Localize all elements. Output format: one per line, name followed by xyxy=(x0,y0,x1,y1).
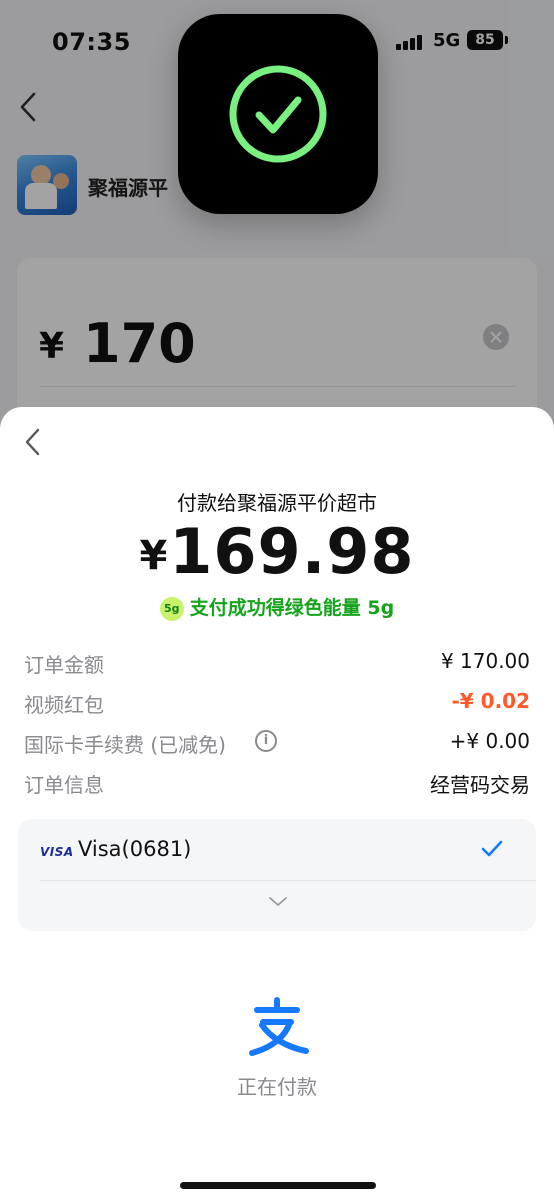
energy-text: 支付成功得绿色能量 5g xyxy=(189,597,395,619)
info-icon[interactable]: i xyxy=(255,730,277,752)
order-amount-row: 订单金额 ¥ 170.00 xyxy=(24,647,530,679)
energy-icon: 5g xyxy=(159,597,184,621)
order-info-row[interactable]: 订单信息 经营码交易 xyxy=(24,767,530,799)
chevron-down-icon[interactable] xyxy=(267,893,289,909)
row-label: 视频红包 xyxy=(24,693,104,717)
intl-card-fee-row: 国际卡手续费 (已减免) i +¥ 0.00 xyxy=(24,727,530,759)
row-label: 订单信息 xyxy=(24,773,104,797)
amount-value: 169.98 xyxy=(169,515,415,588)
checkmark-circle-icon xyxy=(229,65,327,163)
payment-sheet: 付款给聚福源平价超市 ¥169.98 5g 支付成功得绿色能量 5g 订单金额 ¥… xyxy=(0,407,554,1200)
payee-title: 付款给聚福源平价超市 xyxy=(177,491,377,515)
payment-method-box[interactable]: VISA Visa(0681) xyxy=(18,819,536,931)
home-indicator[interactable] xyxy=(180,1182,376,1189)
divider xyxy=(40,880,536,881)
row-value: +¥ 0.00 xyxy=(449,729,530,753)
row-value: ¥ 170.00 xyxy=(440,649,530,673)
visa-logo: VISA xyxy=(40,845,74,859)
row-label: 国际卡手续费 (已减免) xyxy=(24,733,226,757)
discount-value: -¥ 0.02 xyxy=(451,689,530,713)
success-toast xyxy=(178,14,378,214)
amount-currency: ¥ xyxy=(139,533,168,579)
payment-status: 正在付款 xyxy=(237,1075,317,1099)
video-red-packet-row: 视频红包 -¥ 0.02 xyxy=(24,687,530,719)
alipay-logo-icon xyxy=(249,997,309,1056)
row-label: 订单金额 xyxy=(24,653,104,677)
payment-method-label: Visa(0681) xyxy=(78,837,192,861)
row-value: 经营码交易 xyxy=(430,773,530,797)
back-arrow-icon[interactable] xyxy=(22,427,42,457)
green-energy-reward: 5g 支付成功得绿色能量 5g xyxy=(0,593,554,621)
check-icon xyxy=(481,840,503,857)
payment-amount: ¥169.98 xyxy=(0,515,554,588)
